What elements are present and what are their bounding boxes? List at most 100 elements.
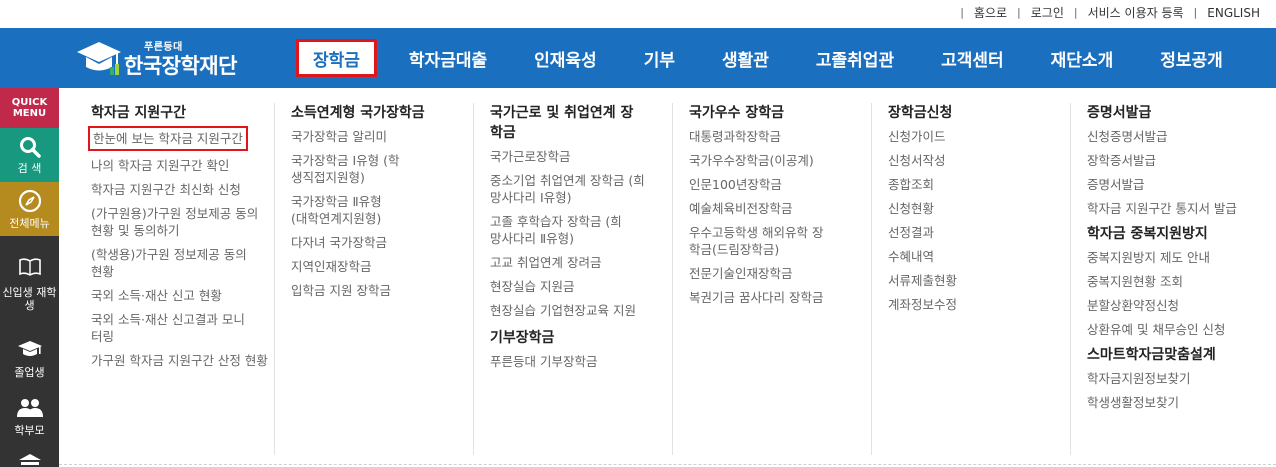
- compass-icon: [18, 189, 41, 212]
- menu-link[interactable]: 예술체육비전장학금: [689, 200, 871, 217]
- login-link[interactable]: 로그인: [1031, 4, 1064, 21]
- quick-parent-button[interactable]: 학부모: [0, 390, 59, 444]
- gnb-student-loan[interactable]: 학자금대출: [409, 46, 487, 71]
- menu-link[interactable]: 고교 취업연계 장려금: [490, 254, 672, 271]
- menu-link[interactable]: 학자금지원정보찾기: [1087, 370, 1271, 387]
- menu-link[interactable]: 푸른등대 기부장학금: [490, 353, 672, 370]
- separator: |: [1017, 6, 1021, 19]
- quick-parent-label: 학부모: [14, 423, 45, 437]
- menu-link[interactable]: 종합조회: [888, 176, 1070, 193]
- menu-link[interactable]: 다자녀 국가장학금: [291, 234, 473, 251]
- gnb-menu: 장학금 학자금대출 인재육성 기부 생활관 고졸취업관 고객센터 재단소개 정보…: [292, 28, 1223, 88]
- utility-links: | 홈으로 | 로그인 | 서비스 이용자 등록 | ENGLISH: [950, 4, 1260, 21]
- menu-link[interactable]: 서류제출현황: [888, 272, 1070, 289]
- menu-link[interactable]: 전문기술인재장학금: [689, 265, 871, 282]
- menu-link[interactable]: 국가장학금 Ⅱ유형 (대학연계지원형): [291, 193, 401, 227]
- menu-link[interactable]: 신청현황: [888, 200, 1070, 217]
- institution-icon: [18, 454, 41, 465]
- section-heading: 장학금신청: [888, 105, 953, 121]
- quick-graduate-label: 졸업생: [14, 365, 45, 379]
- quick-new-student-button[interactable]: 신입생 재학생: [0, 248, 59, 322]
- gnb-disclosure[interactable]: 정보공개: [1160, 46, 1223, 71]
- menu-link[interactable]: 국가장학금 Ⅰ유형 (학생직접지원형): [291, 152, 401, 186]
- mega-menu-panel: 학자금 지원구간 한눈에 보는 학자금 지원구간 나의 학자금 지원구간 확인 …: [59, 88, 1276, 467]
- menu-link[interactable]: 가구원 학자금 지원구간 산정 현황: [91, 352, 271, 369]
- menu-link[interactable]: 장학증서발급: [1087, 152, 1271, 169]
- quick-menu-title: QUICK MENU: [0, 88, 59, 128]
- menu-link[interactable]: 선정결과: [888, 224, 1070, 241]
- menu-column-national-scholarship: 소득연계형 국가장학금 국가장학금 알리미 국가장학금 Ⅰ유형 (학생직접지원형…: [275, 103, 474, 455]
- menu-column-work-study: 국가근로 및 취업연계 장학금 국가근로장학금 중소기업 취업연계 장학금 (희…: [474, 103, 673, 455]
- quick-graduate-button[interactable]: 졸업생: [0, 334, 59, 384]
- logo-title: 한국장학재단: [124, 54, 237, 78]
- menu-link[interactable]: 복권기금 꿈사다리 장학금: [689, 289, 871, 306]
- menu-link[interactable]: (학생용)가구원 정보제공 동의현황: [91, 246, 251, 280]
- menu-link[interactable]: 증명서발급: [1087, 176, 1271, 193]
- menu-link[interactable]: 현장실습 지원금: [490, 278, 672, 295]
- menu-link[interactable]: 국가우수장학금(이공계): [689, 152, 871, 169]
- quick-all-menu-button[interactable]: 전체메뉴: [0, 182, 59, 236]
- graduation-cap-icon: [17, 340, 42, 356]
- menu-link[interactable]: 중소기업 취업연계 장학금 (희망사다리 Ⅰ유형): [490, 172, 650, 206]
- menu-column-application: 장학금신청 신청가이드 신청서작성 종합조회 신청현황 선정결과 수혜내역 서류…: [872, 103, 1071, 455]
- search-icon: [19, 136, 41, 158]
- register-link[interactable]: 서비스 이용자 등록: [1088, 4, 1184, 21]
- quick-more-button[interactable]: [0, 452, 59, 467]
- menu-link[interactable]: 학생생활정보찾기: [1087, 394, 1271, 411]
- section-heading: 기부장학금: [490, 330, 555, 346]
- parents-icon: [16, 398, 43, 417]
- menu-link[interactable]: 신청증명서발급: [1087, 128, 1271, 145]
- gnb-donation[interactable]: 기부: [644, 46, 675, 71]
- gnb-scholarship[interactable]: 장학금: [296, 39, 377, 77]
- menu-link[interactable]: 국외 소득·재산 신고결과 모니터링: [91, 311, 251, 345]
- gnb-dormitory[interactable]: 생활관: [722, 46, 769, 71]
- section-heading: 국가우수 장학금: [689, 105, 785, 121]
- menu-link[interactable]: 분할상환약정신청: [1087, 297, 1271, 314]
- home-link[interactable]: 홈으로: [974, 4, 1007, 21]
- section-heading: 국가근로 및 취업연계 장학금: [490, 105, 634, 141]
- section-heading: 스마트학자금맞춤설계: [1087, 347, 1216, 363]
- menu-link[interactable]: 신청서작성: [888, 152, 1070, 169]
- graduation-cap-icon: [77, 42, 121, 75]
- menu-link[interactable]: 국외 소득·재산 신고 현황: [91, 287, 274, 304]
- quick-menu-title-text: QUICK MENU: [11, 97, 48, 119]
- gnb-talent[interactable]: 인재육성: [534, 46, 597, 71]
- menu-link[interactable]: 나의 학자금 지원구간 확인: [91, 157, 274, 174]
- menu-link[interactable]: 입학금 지원 장학금: [291, 282, 473, 299]
- separator: |: [1073, 6, 1078, 19]
- english-link[interactable]: ENGLISH: [1207, 6, 1260, 20]
- gnb-employment[interactable]: 고졸취업관: [816, 46, 894, 71]
- menu-link[interactable]: (가구원용)가구원 정보제공 동의현황 및 동의하기: [91, 205, 261, 239]
- menu-link[interactable]: 계좌정보수정: [888, 296, 1070, 313]
- menu-link[interactable]: 고졸 후학습자 장학금 (희망사다리 Ⅱ유형): [490, 213, 630, 247]
- menu-link[interactable]: 지역인재장학금: [291, 258, 473, 275]
- quick-search-button[interactable]: 검 색: [0, 128, 59, 182]
- separator: |: [1193, 6, 1198, 19]
- menu-link[interactable]: 수혜내역: [888, 248, 1070, 265]
- quick-menu: QUICK MENU 검 색 전체메뉴 신입생 재학생 졸업생 학부모: [0, 88, 59, 467]
- utility-bar: | 홈으로 | 로그인 | 서비스 이용자 등록 | ENGLISH: [0, 0, 1276, 28]
- menu-column-merit-scholarship: 국가우수 장학금 대통령과학장학금 국가우수장학금(이공계) 인문100년장학금…: [673, 103, 872, 455]
- menu-link[interactable]: 우수고등학생 해외유학 장학금(드림장학금): [689, 224, 829, 258]
- book-icon: [18, 258, 41, 276]
- section-heading: 증명서발급: [1087, 105, 1152, 121]
- menu-column-income-bracket: 학자금 지원구간 한눈에 보는 학자금 지원구간 나의 학자금 지원구간 확인 …: [75, 103, 275, 455]
- menu-link[interactable]: 중복지원방지 제도 안내: [1087, 249, 1271, 266]
- menu-link[interactable]: 신청가이드: [888, 128, 1070, 145]
- menu-link[interactable]: 학자금 지원구간 최신화 신청: [91, 181, 274, 198]
- menu-link-bracket-overview[interactable]: 한눈에 보는 학자금 지원구간: [88, 126, 248, 151]
- menu-link[interactable]: 국가장학금 알리미: [291, 128, 473, 145]
- menu-link[interactable]: 대통령과학장학금: [689, 128, 871, 145]
- gnb-customer-center[interactable]: 고객센터: [941, 46, 1004, 71]
- menu-link[interactable]: 현장실습 기업현장교육 지원: [490, 302, 672, 319]
- gnb-about[interactable]: 재단소개: [1051, 46, 1114, 71]
- site-logo[interactable]: 푸른등대 한국장학재단: [76, 36, 276, 80]
- menu-link[interactable]: 학자금 지원구간 통지서 발급: [1087, 200, 1271, 217]
- menu-link[interactable]: 인문100년장학금: [689, 176, 871, 193]
- global-navigation: 푸른등대 한국장학재단 장학금 학자금대출 인재육성 기부 생활관 고졸취업관 …: [0, 28, 1276, 88]
- quick-search-label: 검 색: [17, 161, 42, 175]
- menu-link[interactable]: 중복지원현황 조회: [1087, 273, 1271, 290]
- menu-link[interactable]: 국가근로장학금: [490, 148, 672, 165]
- menu-column-certificates: 증명서발급 신청증명서발급 장학증서발급 증명서발급 학자금 지원구간 통지서 …: [1071, 103, 1271, 455]
- menu-link[interactable]: 상환유예 및 채무승인 신청: [1087, 321, 1271, 338]
